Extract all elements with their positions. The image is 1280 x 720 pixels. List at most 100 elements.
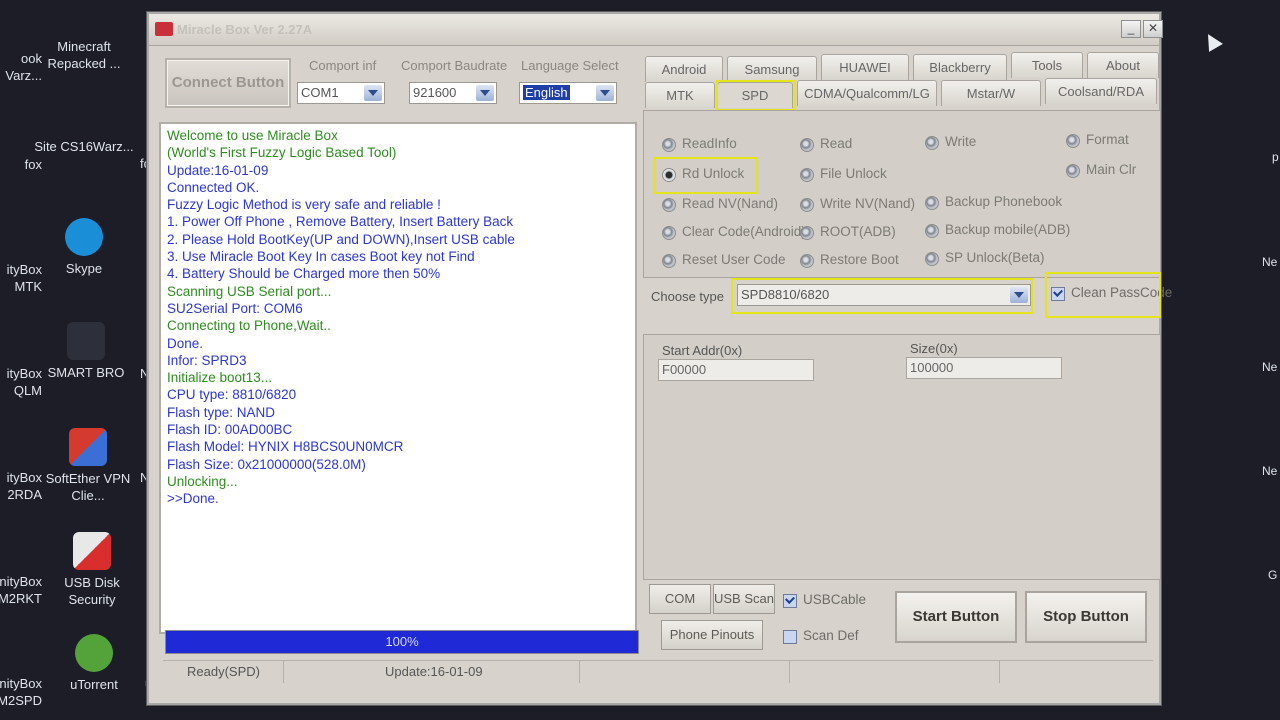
option-read-nv-nand[interactable]: Read NV(Nand) — [662, 195, 778, 213]
option-reset-user-code[interactable]: Reset User Code — [662, 251, 786, 269]
desktop-label[interactable]: M2RKT — [0, 590, 42, 607]
start-addr-input[interactable]: F00000 — [658, 359, 814, 381]
tab-cdma-qualcomm-lg[interactable]: CDMA/Qualcomm/LG — [797, 80, 937, 106]
option-clear-code-android[interactable]: Clear Code(Android) — [662, 223, 806, 241]
desktop-label[interactable]: ityBox — [0, 469, 42, 486]
option-file-unlock[interactable]: File Unlock — [800, 165, 887, 183]
usb-cable-checkbox[interactable]: USBCable — [783, 591, 866, 609]
desktop-icon-site[interactable]: Site CS16Warz... — [34, 138, 134, 155]
log-output[interactable]: Welcome to use Miracle Box (World's Firs… — [159, 122, 637, 634]
phone-pinouts-button[interactable]: Phone Pinouts — [661, 620, 763, 650]
smart-bro-icon — [67, 322, 105, 360]
comport-select[interactable]: COM1 — [297, 82, 385, 104]
desktop-icon-usb-disk-security[interactable]: USB Disk Security — [42, 532, 142, 608]
usb-scan-button[interactable]: USB Scan — [713, 584, 775, 614]
language-value: English — [523, 85, 570, 100]
close-button[interactable]: ✕ — [1143, 20, 1163, 38]
log-line: CPU type: 8810/6820 — [167, 387, 297, 403]
language-select[interactable]: English — [519, 82, 617, 104]
start-addr-label: Start Addr(0x) — [662, 343, 743, 358]
log-line: Flash Size: 0x21000000(528.0M) — [167, 456, 366, 472]
option-main-clr[interactable]: Main Clr — [1066, 161, 1136, 179]
scan-def-checkbox[interactable]: Scan Def — [783, 627, 859, 645]
log-line: Fuzzy Logic Method is very safe and reli… — [167, 197, 441, 213]
tab-huawei[interactable]: HUAWEI — [821, 54, 909, 80]
connect-button[interactable]: Connect Button — [165, 58, 291, 108]
chevron-down-icon[interactable] — [476, 85, 494, 101]
desktop-label[interactable]: QLM — [0, 382, 42, 399]
tab-tools[interactable]: Tools — [1011, 52, 1083, 78]
window-title: Miracle Box Ver 2.27A — [177, 22, 313, 37]
desktop-label[interactable]: fox — [0, 156, 42, 173]
status-divider — [283, 661, 284, 683]
tab-mstar-w[interactable]: Mstar/W — [941, 80, 1041, 106]
log-line: Scanning USB Serial port... — [167, 283, 332, 299]
title-bar[interactable]: Miracle Box Ver 2.27A _ ✕ — [149, 14, 1163, 46]
desktop-icon-utorrent[interactable]: uTorrent — [44, 634, 144, 693]
comport-label: Comport inf — [309, 58, 377, 73]
desktop-label: Site CS16Warz... — [34, 139, 134, 154]
utorrent-icon — [75, 634, 113, 672]
log-line: Flash type: NAND — [167, 404, 276, 420]
baudrate-select[interactable]: 921600 — [409, 82, 497, 104]
option-write[interactable]: Write — [925, 133, 976, 151]
log-line: Flash Model: HYNIX H8BCS0UN0MCR — [167, 439, 404, 455]
tab-blackberry[interactable]: Blackberry — [913, 54, 1007, 80]
tab-android[interactable]: Android — [645, 56, 723, 82]
stop-button[interactable]: Stop Button — [1025, 591, 1147, 643]
desktop-label: Skype — [65, 261, 103, 276]
status-state: Ready(SPD) — [187, 664, 260, 679]
chevron-down-icon[interactable] — [596, 85, 614, 101]
tab-about[interactable]: About — [1087, 52, 1159, 78]
highlight-box — [716, 80, 796, 111]
option-backup-phonebook[interactable]: Backup Phonebook — [925, 193, 1062, 211]
desktop-label: SMART BRO — [47, 365, 125, 380]
mouse-cursor-icon — [1201, 30, 1223, 52]
desktop-label[interactable]: 2RDA — [0, 486, 42, 503]
option-sp-unlock-beta[interactable]: SP Unlock(Beta) — [925, 249, 1045, 267]
status-update: Update:16-01-09 — [385, 664, 483, 679]
app-icon — [155, 22, 173, 36]
log-line: Connected OK. — [167, 179, 260, 195]
log-line: Infor: SPRD3 — [167, 352, 247, 368]
log-line: 2. Please Hold BootKey(UP and DOWN),Inse… — [167, 231, 515, 247]
option-restore-boot[interactable]: Restore Boot — [800, 251, 899, 269]
desktop-label[interactable]: nityBox — [0, 573, 42, 590]
desktop-icon-smart-bro[interactable]: SMART BRO — [36, 322, 136, 381]
size-label: Size(0x) — [910, 341, 958, 356]
status-divider — [999, 661, 1000, 683]
status-bar: Ready(SPD) Update:16-01-09 — [163, 660, 1153, 683]
option-read[interactable]: Read — [800, 135, 852, 153]
desktop-label[interactable]: nityBox — [0, 675, 42, 692]
desktop-icon-minecraft[interactable]: Minecraft Repacked ... — [34, 38, 134, 72]
choose-type-label: Choose type — [651, 289, 724, 304]
tab-samsung[interactable]: Samsung — [727, 56, 817, 82]
log-line: Update:16-01-09 — [167, 162, 269, 178]
language-label: Language Select — [521, 58, 619, 73]
log-line: Flash ID: 00AD00BC — [167, 422, 293, 438]
option-readinfo[interactable]: ReadInfo — [662, 135, 737, 153]
highlight-box — [1045, 272, 1161, 318]
log-line: SU2Serial Port: COM6 — [167, 300, 303, 316]
shield-icon — [73, 532, 111, 570]
desktop-icon-skype[interactable]: Skype — [34, 218, 134, 277]
option-backup-mobile-adb[interactable]: Backup mobile(ADB) — [925, 221, 1070, 239]
log-line: 4. Battery Should be Charged more then 5… — [167, 266, 441, 282]
chevron-down-icon[interactable] — [364, 85, 382, 101]
com-scan-button[interactable]: COM Scan — [649, 584, 711, 634]
desktop-label: Minecraft Repacked ... — [47, 39, 121, 71]
desktop-label[interactable]: MTK — [0, 278, 42, 295]
tab-mtk[interactable]: MTK — [645, 82, 715, 108]
desktop-label: p — [1272, 150, 1279, 164]
option-root-adb[interactable]: ROOT(ADB) — [800, 223, 896, 241]
option-format[interactable]: Format — [1066, 131, 1129, 149]
log-line: 1. Power Off Phone , Remove Battery, Ins… — [167, 214, 514, 230]
start-button[interactable]: Start Button — [895, 591, 1017, 643]
size-input[interactable]: 100000 — [906, 357, 1062, 379]
minimize-button[interactable]: _ — [1121, 20, 1141, 38]
option-write-nv-nand[interactable]: Write NV(Nand) — [800, 195, 915, 213]
desktop-label: Ne — [1262, 464, 1278, 478]
desktop-icon-softether[interactable]: SoftEther VPN Clie... — [38, 428, 138, 504]
tab-coolsand-rda[interactable]: Coolsand/RDA — [1045, 78, 1157, 104]
desktop-label[interactable]: M2SPD — [0, 692, 42, 709]
